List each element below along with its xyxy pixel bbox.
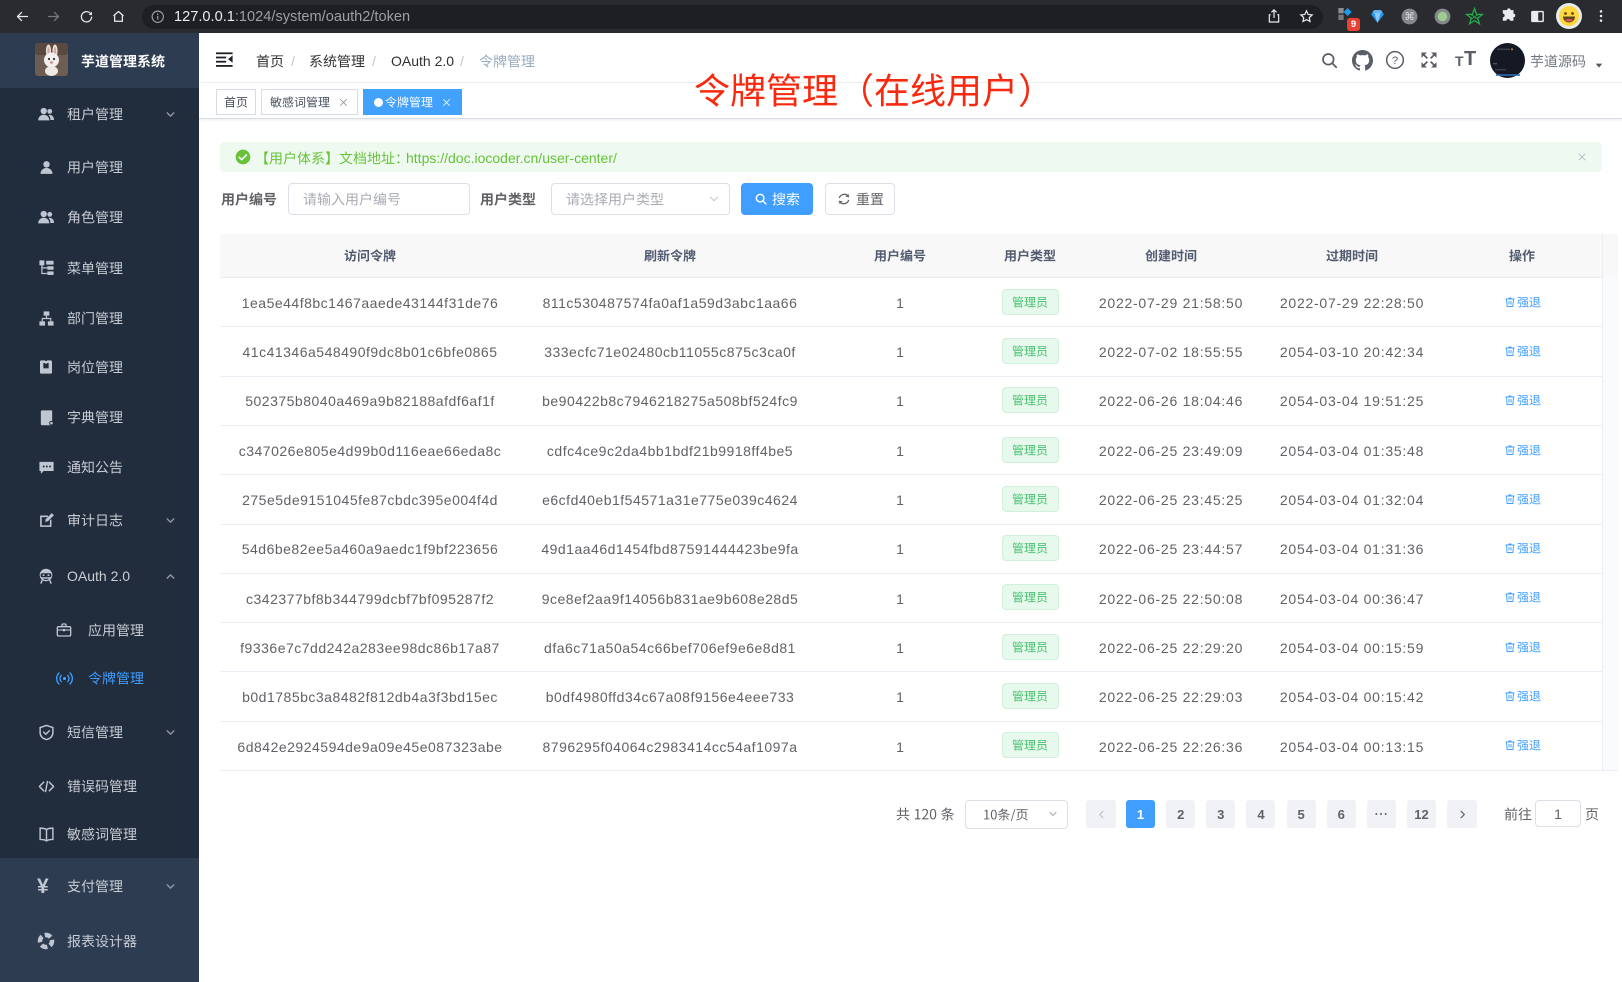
svg-text:⌘: ⌘	[1404, 12, 1414, 23]
svg-text:?: ?	[1392, 55, 1398, 67]
